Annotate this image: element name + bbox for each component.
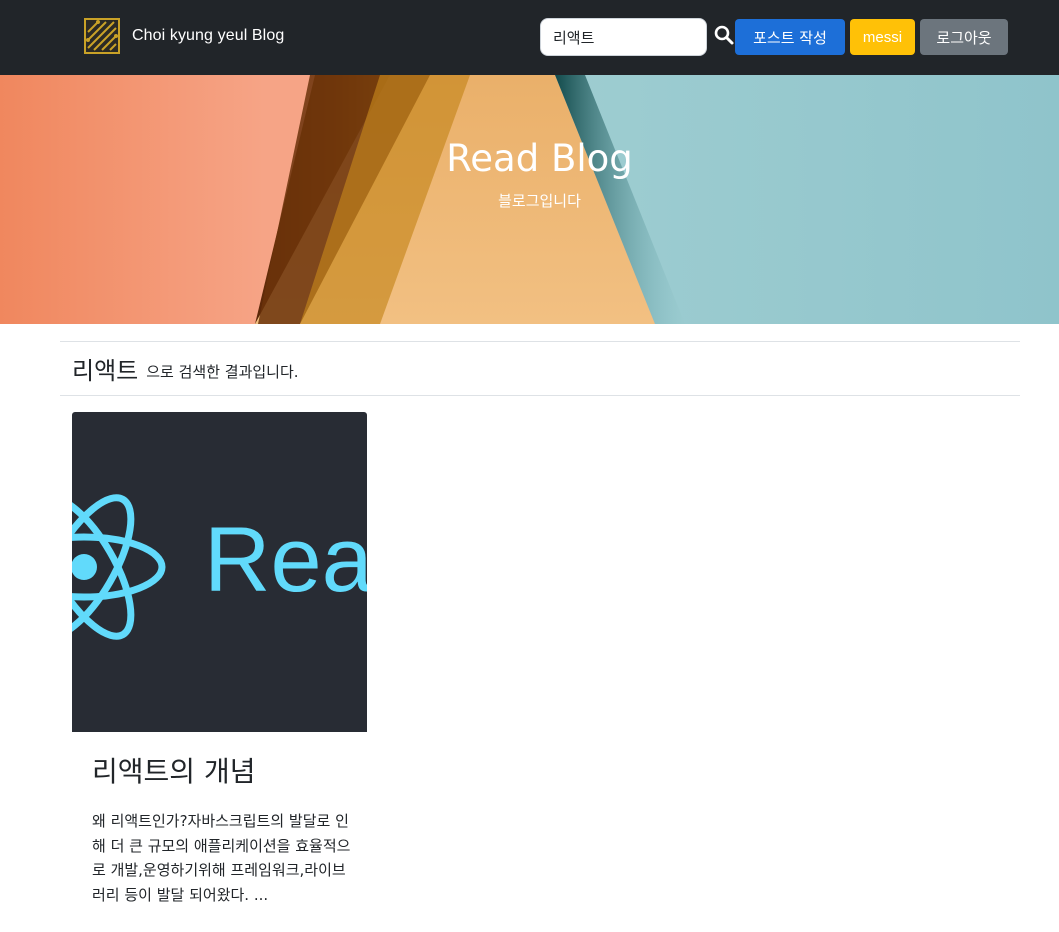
top-navbar: Choi kyung yeul Blog 포스트 작성 messi 로그아웃 <box>0 0 1059 75</box>
brand-text: Choi kyung yeul Blog <box>132 26 285 44</box>
post-thumbnail-text: Reac <box>204 509 367 611</box>
search-result-suffix: 으로 검색한 결과입니다. <box>146 363 299 381</box>
hero-title: Read Blog <box>446 137 633 180</box>
brand-link[interactable]: Choi kyung yeul Blog <box>84 17 284 54</box>
circuit-logo-icon <box>84 17 120 54</box>
hero-banner: Read Blog 블로그입니다 <box>0 75 1059 324</box>
search-button[interactable] <box>713 24 735 46</box>
search-icon <box>714 25 734 45</box>
search-keyword: 리액트 <box>72 357 139 385</box>
post-card[interactable]: Reac 리액트의 개념 왜 리액트인가?자바스크립트의 발달로 인해 더 큰 … <box>72 412 367 932</box>
post-title[interactable]: 리액트의 개념 <box>92 750 255 790</box>
hero-subtitle: 블로그입니다 <box>498 192 581 210</box>
post-excerpt: 왜 리액트인가?자바스크립트의 발달로 인해 더 큰 규모의 애플리케이션을 효… <box>92 812 351 904</box>
write-post-button[interactable]: 포스트 작성 <box>735 19 845 55</box>
post-thumbnail[interactable]: Reac <box>72 412 367 732</box>
logout-button[interactable]: 로그아웃 <box>920 19 1008 55</box>
user-button[interactable]: messi <box>850 19 915 55</box>
search-result-heading: 리액트 으로 검색한 결과입니다. <box>60 341 1020 396</box>
search-input[interactable] <box>540 18 707 56</box>
